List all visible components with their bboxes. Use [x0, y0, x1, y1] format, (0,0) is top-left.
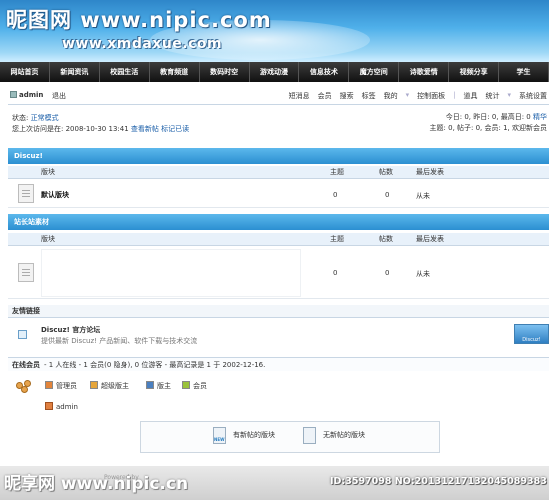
forum-topics: 0 [333, 269, 338, 277]
site-banner: 昵图网 www.nipic.com www.xmdaxue.com [0, 0, 549, 62]
main-nav: 网站首页 新闻资讯 校园生活 教育频道 数码时空 游戏动漫 信息技术 魔方空间 … [0, 62, 549, 82]
nav-item-campus[interactable]: 校园生活 [100, 62, 150, 82]
legend-member: 会员 [182, 381, 207, 391]
col-last-post: 最后发表 [416, 168, 444, 176]
nav-item-digital[interactable]: 数码时空 [200, 62, 250, 82]
nav-item-news[interactable]: 新闻资讯 [50, 62, 100, 82]
legend-admin: 管理员 [45, 381, 77, 391]
forum-icon-legend: 有新帖的版块 无新帖的版块 [140, 421, 440, 453]
forum-status-icon [18, 184, 34, 203]
toolbar-link-members[interactable]: 会员 [318, 91, 332, 101]
toolbar-link-items[interactable]: 道具 [463, 91, 477, 101]
visit-status: 状态: 正常模式 您上次访问是在: 2008-10-30 13:41 查看新帖 … [12, 113, 189, 135]
online-user[interactable]: admin [45, 402, 78, 411]
mark-read-link[interactable]: 标记已读 [161, 125, 189, 133]
friend-link-item: Discuz! 官方论坛 提供最新 Discuz! 产品新闻、软件下载与技术交流… [8, 319, 549, 349]
forum-posts: 0 [385, 191, 390, 199]
username: admin [19, 91, 44, 99]
forum-category-header[interactable]: 站长站素材 [8, 214, 549, 230]
col-forum: 版块 [41, 168, 55, 176]
toolbar-link-stats[interactable]: 统计 [485, 91, 499, 101]
mode-link[interactable]: 正常模式 [31, 114, 59, 122]
online-legend: 管理员 超级版主 版主 会员 admin [8, 376, 549, 416]
last-visit: 您上次访问是在: 2008-10-30 13:41 [12, 125, 129, 133]
col-last-post: 最后发表 [416, 235, 444, 243]
online-header: 在线会员 - 1 人在线 - 1 会员(0 隐身), 0 位游客 - 最高记录是 … [8, 357, 549, 371]
current-user[interactable]: admin [10, 91, 43, 99]
user-toolbar: admin 退出 短消息 会员 搜索 标签 我的 ▾ 控制面板 | 道具 统计 … [8, 88, 549, 105]
legend-super-mod: 超级版主 [90, 381, 129, 391]
forum-column-header: 版块 主题 帖数 最后发表 [8, 166, 549, 179]
forum-stats: 今日: 0, 昨日: 0, 最高日: 0 精华 主题: 0, 帖子: 0, 会员… [430, 112, 547, 134]
friend-link-desc: 提供最新 Discuz! 产品新闻、软件下载与技术交流 [41, 337, 198, 345]
forum-column-header: 版块 主题 帖数 最后发表 [8, 233, 549, 246]
nav-item-space[interactable]: 魔方空间 [349, 62, 400, 82]
toolbar-links: 短消息 会员 搜索 标签 我的 ▾ 控制面板 | 道具 统计 ▾ 系统设置 [281, 91, 547, 101]
toolbar-link-pm[interactable]: 短消息 [289, 91, 310, 101]
forum-name-cell [41, 249, 301, 297]
chevron-down-icon: ▾ [405, 91, 410, 99]
forum-topics: 0 [333, 191, 338, 199]
no-new-posts-icon [303, 427, 316, 444]
toolbar-link-admin[interactable]: 系统设置 [519, 91, 547, 101]
banner-watermark: 昵图网 www.nipic.com [6, 8, 272, 32]
status-label: 状态: [12, 114, 29, 122]
nav-item-poetry[interactable]: 诗歌爱情 [399, 62, 450, 82]
col-posts: 帖数 [379, 235, 393, 243]
logout-link[interactable]: 退出 [52, 91, 66, 101]
col-posts: 帖数 [379, 168, 393, 176]
col-forum: 版块 [41, 235, 55, 243]
divider: | [453, 91, 456, 99]
toolbar-link-mine[interactable]: 我的 [384, 91, 398, 101]
nav-item-education[interactable]: 教育频道 [150, 62, 200, 82]
new-posts-label: 有新帖的版块 [233, 431, 275, 439]
nav-item-games[interactable]: 游戏动漫 [250, 62, 300, 82]
forum-last-post: 从未 [416, 192, 430, 200]
legend-mod: 版主 [146, 381, 171, 391]
link-icon [18, 330, 27, 339]
nav-item-it[interactable]: 信息技术 [299, 62, 350, 82]
forum-name[interactable]: 默认版块 [41, 190, 69, 200]
user-icon [10, 91, 17, 98]
nav-item-student[interactable]: 学生 [499, 62, 549, 82]
digest-link[interactable]: 精华 [533, 113, 547, 121]
nav-item-home[interactable]: 网站首页 [0, 62, 50, 82]
online-title[interactable]: 在线会员 [12, 361, 40, 369]
footer-watermark: 昵享网 www.nipic.cn [4, 474, 189, 494]
online-summary: - 1 人在线 - 1 会员(0 隐身), 0 位游客 - 最高记录是 1 于 … [44, 361, 266, 369]
chevron-down-icon: ▾ [507, 91, 511, 99]
forum-row: 0 0 从未 [8, 247, 549, 299]
no-new-posts-label: 无新帖的版块 [323, 431, 365, 439]
total-stats: 主题: 0, 帖子: 0, 会员: 1, 欢迎新会员 [429, 124, 547, 132]
friend-link-logo[interactable]: Discuz! Board [514, 324, 549, 344]
col-topics: 主题 [330, 168, 344, 176]
new-posts-icon [213, 427, 226, 444]
members-group-icon [16, 380, 34, 394]
col-topics: 主题 [330, 235, 344, 243]
friend-link-name[interactable]: Discuz! 官方论坛 [41, 325, 100, 335]
site-url-logo[interactable]: www.xmdaxue.com [62, 36, 222, 52]
toolbar-link-search[interactable]: 搜索 [340, 91, 354, 101]
forum-posts: 0 [385, 269, 390, 277]
today-stats: 今日: 0, 昨日: 0, 最高日: 0 [445, 113, 531, 121]
forum-last-post: 从未 [416, 270, 430, 278]
forum-category-header[interactable]: Discuz! [8, 148, 549, 164]
view-new-posts-link[interactable]: 查看新帖 [131, 125, 159, 133]
nav-item-video[interactable]: 视频分享 [449, 62, 500, 82]
toolbar-link-cp[interactable]: 控制面板 [417, 91, 445, 101]
footer: Powered by 昵享网 www.nipic.cn ID:3597098 N… [0, 466, 549, 500]
forum-status-icon [18, 263, 34, 282]
forum-row: 默认版块 0 0 从未 [8, 180, 549, 208]
friend-links-header: 友情链接 [8, 305, 549, 318]
footer-image-id: ID:3597098 NO:20131217132045089383 [330, 476, 547, 487]
toolbar-link-tags[interactable]: 标签 [362, 91, 376, 101]
